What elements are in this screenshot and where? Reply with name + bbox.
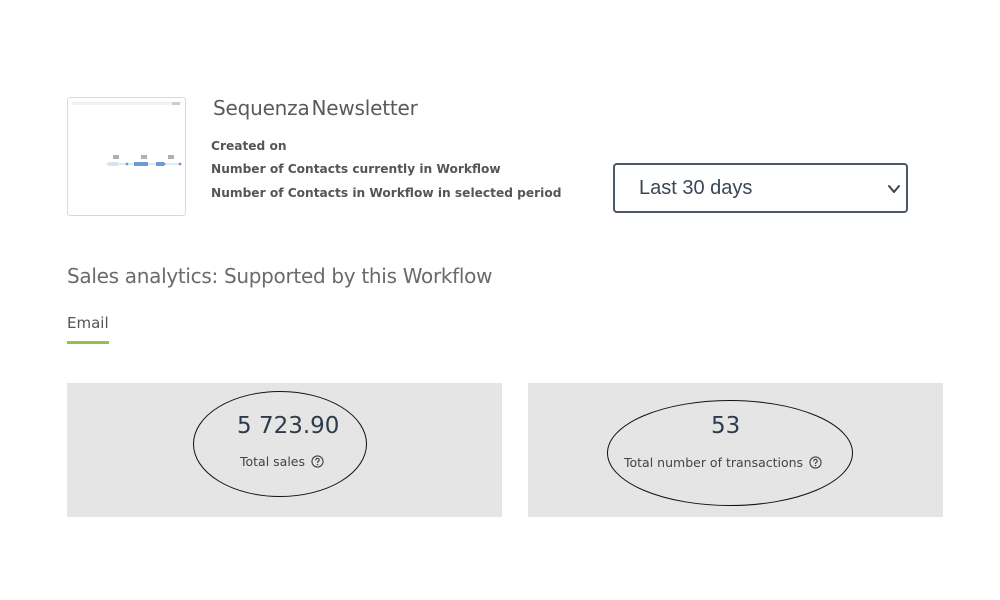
total-sales-label-row: Total sales (240, 454, 324, 469)
workflow-title: Sequenza Newsletter (213, 96, 418, 120)
highlight-ellipse (193, 391, 367, 497)
section-title: Sales analytics: Supported by this Workf… (67, 264, 493, 288)
total-transactions-label-row: Total number of transactions (624, 455, 822, 470)
period-select-value: Last 30 days (639, 176, 753, 199)
workflow-diagram-preview (72, 102, 182, 166)
contacts-period-label: Number of Contacts in Workflow in select… (211, 186, 562, 200)
workflow-title-part1: Sequenza (213, 96, 310, 120)
total-transactions-value: 53 (711, 413, 741, 439)
tab-email-label: Email (67, 314, 109, 332)
tab-active-indicator (67, 341, 109, 344)
workflow-stats-page: Sequenza Newsletter Created on Number of … (0, 0, 1000, 600)
created-on-label: Created on (211, 139, 287, 153)
total-sales-value: 5 723.90 (237, 413, 340, 439)
total-sales-label: Total sales (240, 454, 306, 469)
kpi-card-total-transactions: 53 Total number of transactions (528, 383, 943, 517)
total-transactions-label: Total number of transactions (624, 455, 804, 470)
help-circle-icon[interactable] (311, 455, 324, 468)
help-circle-icon[interactable] (809, 456, 822, 469)
kpi-card-total-sales: 5 723.90 Total sales (67, 383, 502, 517)
workflow-title-part2: Newsletter (311, 96, 418, 120)
contacts-current-label: Number of Contacts currently in Workflow (211, 162, 501, 176)
chevron-down-icon (888, 185, 900, 193)
workflow-thumbnail[interactable] (67, 97, 186, 216)
period-select[interactable]: Last 30 days (613, 163, 908, 213)
tab-email[interactable]: Email (67, 314, 109, 344)
